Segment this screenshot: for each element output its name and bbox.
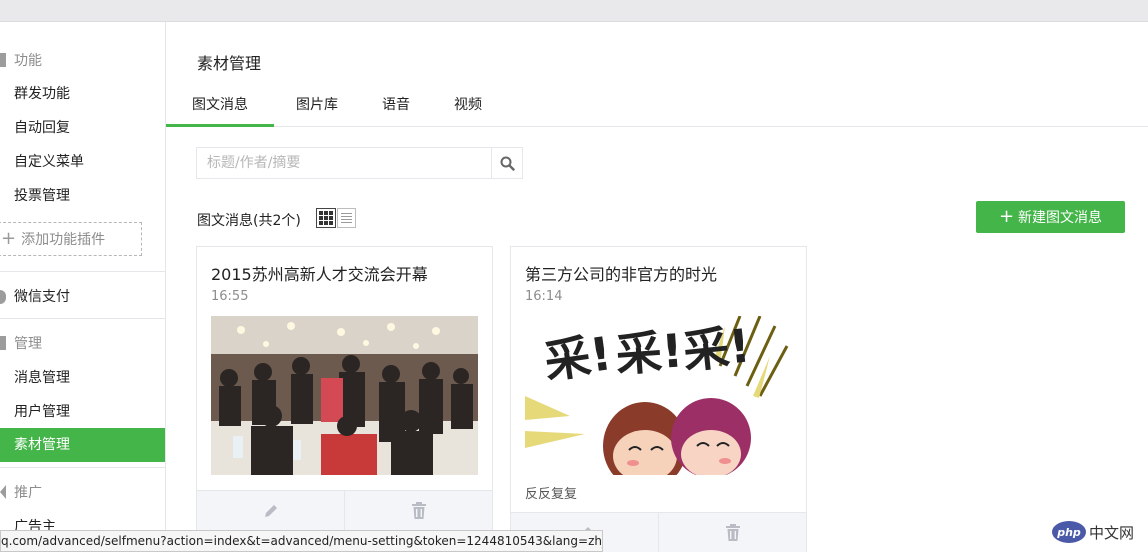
sidebar-item-label: 素材管理 <box>14 437 70 453</box>
sidebar-item-label: 群发功能 <box>14 86 70 102</box>
delete-button[interactable] <box>658 513 806 552</box>
add-plugin-button[interactable]: + 添加功能插件 <box>0 222 142 256</box>
sidebar-section-label: 推广 <box>14 485 42 501</box>
promote-icon <box>0 485 6 499</box>
sidebar: 功能 群发功能 自动回复 自定义菜单 投票管理 + 添加功能插件 微信支付 管理… <box>0 22 166 552</box>
sidebar-section-function: 功能 <box>0 48 42 72</box>
svg-text:采!: 采! <box>614 323 685 382</box>
browser-top-bar <box>0 0 1148 22</box>
function-icon <box>0 53 6 67</box>
search-box <box>196 147 523 179</box>
delete-button[interactable] <box>344 491 492 530</box>
sidebar-item-custom-menu[interactable]: 自定义菜单 <box>0 145 165 179</box>
add-plugin-label: 添加功能插件 <box>21 232 106 248</box>
sidebar-item-users[interactable]: 用户管理 <box>0 395 165 429</box>
sidebar-divider <box>0 271 165 272</box>
tab-label: 语音 <box>382 97 410 113</box>
php-logo-icon: php <box>1052 521 1086 543</box>
trash-icon <box>725 523 740 541</box>
status-bar-url: q.com/advanced/selfmenu?action=index&t=a… <box>0 530 603 552</box>
pay-icon <box>0 290 6 304</box>
plus-icon: + <box>1 228 17 249</box>
sidebar-item-label: 自动回复 <box>14 120 70 136</box>
svg-text:采!: 采! <box>681 318 753 379</box>
new-news-label: 新建图文消息 <box>1018 210 1103 226</box>
sidebar-section-manage: 管理 <box>0 331 42 355</box>
watermark-logo: php 中文网 <box>1052 519 1134 545</box>
list-view-icon[interactable] <box>337 208 356 228</box>
page-title: 素材管理 <box>197 54 262 73</box>
sidebar-item-messages[interactable]: 消息管理 <box>0 361 165 395</box>
sidebar-divider <box>0 318 165 319</box>
sidebar-divider <box>0 467 165 468</box>
search-icon <box>500 156 515 171</box>
search-button[interactable] <box>491 148 522 178</box>
news-count-label: 图文消息(共2个) <box>197 213 301 229</box>
plus-icon: + <box>998 206 1015 227</box>
sidebar-item-label: 投票管理 <box>14 188 70 204</box>
sidebar-item-label: 自定义菜单 <box>14 154 84 170</box>
sidebar-item-auto-reply[interactable]: 自动回复 <box>0 111 165 145</box>
trash-icon <box>411 501 426 519</box>
grid-view-icon[interactable] <box>316 208 336 228</box>
card-cover-image: 采! 采! 采! <box>525 316 792 475</box>
sidebar-item-wechat-pay[interactable]: 微信支付 <box>0 280 165 314</box>
tab-label: 图片库 <box>296 97 338 113</box>
tab-label: 图文消息 <box>192 97 248 113</box>
sidebar-item-label: 消息管理 <box>14 370 70 386</box>
tab-images[interactable]: 图片库 <box>284 86 350 127</box>
card-digest: 反反复复 <box>525 487 578 502</box>
sidebar-item-label: 用户管理 <box>14 404 70 420</box>
card-title: 第三方公司的非官方的时光 <box>525 265 718 284</box>
new-news-button[interactable]: + 新建图文消息 <box>976 201 1125 233</box>
sidebar-section-label: 管理 <box>14 336 42 352</box>
tab-news[interactable]: 图文消息 <box>166 86 274 127</box>
tab-voice[interactable]: 语音 <box>371 86 421 127</box>
card-title: 2015苏州高新人才交流会开幕 <box>211 265 428 284</box>
sidebar-item-label: 微信支付 <box>14 289 70 305</box>
search-input[interactable] <box>197 148 491 178</box>
card-cover-image <box>211 316 478 475</box>
sidebar-item-materials[interactable]: 素材管理 <box>0 428 165 462</box>
pencil-icon <box>264 504 277 517</box>
tab-bar: 图文消息 图片库 语音 视频 <box>166 86 1148 127</box>
sidebar-section-label: 功能 <box>14 53 42 69</box>
edit-button[interactable] <box>197 491 344 530</box>
card-time: 16:55 <box>211 289 249 304</box>
sidebar-item-mass-send[interactable]: 群发功能 <box>0 77 165 111</box>
sidebar-section-promote: 推广 <box>0 480 42 504</box>
card-time: 16:14 <box>525 289 563 304</box>
tab-video[interactable]: 视频 <box>443 86 493 127</box>
news-card[interactable]: 第三方公司的非官方的时光 16:14 采! 采! 采! 反反复复 <box>510 246 807 552</box>
news-card[interactable]: 2015苏州高新人才交流会开幕 16:55 <box>196 246 493 552</box>
tab-label: 视频 <box>454 97 482 113</box>
watermark-text: 中文网 <box>1089 523 1135 542</box>
sidebar-item-vote[interactable]: 投票管理 <box>0 179 165 213</box>
svg-text:采!: 采! <box>541 326 615 389</box>
main-content: 素材管理 图文消息 图片库 语音 视频 图文消息(共2个) + 新建图文消息 2… <box>166 22 1148 552</box>
card-actions <box>197 490 492 530</box>
manage-icon <box>0 336 6 350</box>
